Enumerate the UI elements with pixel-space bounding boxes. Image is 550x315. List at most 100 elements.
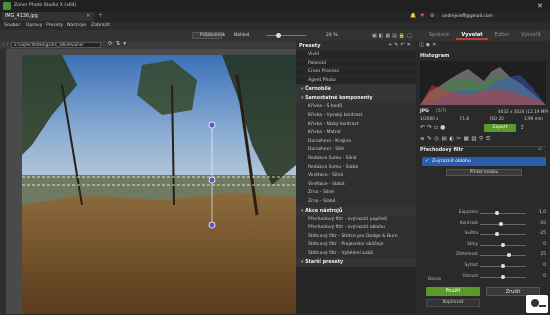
preset-item[interactable]: Cross Process <box>296 68 416 77</box>
copy-button[interactable]: Kopírovat <box>426 299 480 307</box>
slider-knob[interactable] <box>506 253 511 258</box>
preset-item[interactable]: Vivid <box>296 51 416 60</box>
tab-manager[interactable]: Správce <box>426 31 452 40</box>
menu-presets[interactable]: Presety <box>46 23 63 28</box>
view-icons[interactable]: ▣◧▦▤🔒▢ <box>372 33 414 39</box>
slider-value[interactable]: -1,0 <box>528 210 546 215</box>
zoom-level: 24 % <box>326 33 338 38</box>
tab-develop[interactable]: Vyvolat <box>456 31 488 40</box>
presets-tools-icons[interactable]: +✎↶✕ <box>388 42 413 48</box>
preset-section-header[interactable]: Černobílé <box>296 85 416 95</box>
menu-view[interactable]: Zobrazit <box>91 23 110 28</box>
preset-item[interactable]: Přechodový filtr - zvýraznit popředí <box>296 215 416 225</box>
apply-button[interactable]: Použít <box>426 287 480 296</box>
slider-value[interactable]: 0 <box>528 242 546 247</box>
gradient-handle-bottom <box>208 221 216 229</box>
tab-close-icon[interactable]: ✕ <box>86 13 90 19</box>
zoom-slider[interactable] <box>266 35 306 36</box>
slider-label: Zřetelnost <box>455 252 478 258</box>
menu-tools[interactable]: Nástroje <box>67 23 86 28</box>
filter-checkbox[interactable]: ✓ <box>425 158 429 164</box>
preset-item[interactable]: Štětcový filtr - Štětce pro Dodge & Burn <box>296 232 416 242</box>
export-button[interactable]: Export <box>484 124 516 132</box>
menu-file[interactable]: Soubor <box>4 23 20 28</box>
slider-row-2[interactable]: Světla -25 <box>420 230 546 238</box>
preset-item[interactable]: Křivka - Matné <box>296 129 416 138</box>
slider-track[interactable] <box>480 274 526 279</box>
filter-reset-icon[interactable]: ↶ <box>538 147 542 153</box>
preset-item[interactable]: Redukce šumu - Silná <box>296 154 416 164</box>
preset-section-header[interactable]: Starší presety <box>296 258 416 268</box>
menu-edit[interactable]: Úpravy <box>26 23 42 28</box>
preset-section-header[interactable]: Akce nástrojů <box>296 206 416 216</box>
right-panel-icons[interactable]: ◫◉✕ <box>419 42 438 48</box>
preset-item[interactable]: Vinětace - Slabá <box>296 180 416 190</box>
info-index: (5/7) <box>436 109 447 114</box>
window-title: Zoner Photo Studio X (x64) <box>14 3 77 8</box>
slider-row-6[interactable]: Ostrost 0 <box>420 273 546 281</box>
slider-track[interactable] <box>480 232 526 237</box>
tab-editor[interactable]: Editor <box>490 31 514 40</box>
preset-item[interactable]: Křivka - Nízký kontrast <box>296 120 416 130</box>
new-tab-icon[interactable]: + <box>98 12 103 19</box>
settings-icon[interactable]: ⚙ <box>430 13 434 19</box>
preset-section-header[interactable]: Samostatné komponenty <box>296 94 416 104</box>
slider-row-1[interactable]: Kontrast -10 <box>420 220 546 228</box>
document-tab[interactable]: IMG_4136.jpg ✕ <box>2 12 94 21</box>
add-mask-button[interactable]: Přidat masku <box>446 169 522 176</box>
path-bar: 🗀 Z:\vojtechfotka\g2\01_\0839\Zoner ⟳⇅▾ <box>0 41 296 49</box>
edit-action-icons[interactable]: ↶↷▫● <box>420 124 447 131</box>
slider-row-4[interactable]: Zřetelnost 25 <box>420 251 546 259</box>
preview-toggle[interactable]: Náhled <box>227 32 257 39</box>
preset-item[interactable]: Štětcový filtr - Vybělení zubů <box>296 249 416 259</box>
slider-label: Sytost <box>464 263 478 268</box>
share-icon[interactable]: ⇪ <box>520 124 525 131</box>
slider-knob[interactable] <box>498 221 503 226</box>
slider-knob[interactable] <box>501 264 505 268</box>
preset-item[interactable]: Zrno - Silné <box>296 189 416 198</box>
slider-knob[interactable] <box>495 232 500 237</box>
filter-preset-name: Zvýraznit oblohu <box>432 159 471 164</box>
slider-value[interactable]: 0 <box>528 274 546 279</box>
path-input[interactable]: Z:\vojtechfotka\g2\01_\0839\Zoner <box>11 42 101 48</box>
slider-knob[interactable] <box>501 242 505 247</box>
preset-item[interactable]: Vinětace - Silná <box>296 172 416 181</box>
slider-track[interactable] <box>480 264 526 268</box>
slider-track[interactable] <box>480 253 526 258</box>
heart-icon[interactable]: ♥ <box>420 13 424 19</box>
slider-value[interactable]: -25 <box>528 231 546 236</box>
slider-knob[interactable] <box>495 211 500 215</box>
preset-item[interactable]: Polaroid <box>296 60 416 69</box>
photo[interactable] <box>22 55 296 314</box>
preset-item[interactable]: Štětcový filtr - Projasnění obličeje <box>296 241 416 250</box>
slider-track[interactable] <box>480 211 526 215</box>
slider-row-0[interactable]: Expozice -1,0 <box>420 209 546 217</box>
zoom-slider-knob[interactable] <box>276 33 281 38</box>
slider-value[interactable]: -10 <box>528 221 546 226</box>
tool-icons-row[interactable]: ≡✎◎▤◐✂▦▥⚲☰ <box>420 136 546 145</box>
preset-item[interactable]: Redukce šumu - Slabá <box>296 163 416 173</box>
slider-knob[interactable] <box>501 274 505 279</box>
browse-icons[interactable]: ⟳⇅▾ <box>108 41 129 47</box>
preset-item[interactable]: Přechodový filtr - zvýraznit oblohu <box>296 224 416 233</box>
filter-preset-item[interactable]: ✓ Zvýraznit oblohu <box>422 157 546 166</box>
preset-item[interactable]: Dorozhení - Sítě <box>296 146 416 155</box>
preset-item[interactable]: Křivka - Vysoký kontrast <box>296 111 416 121</box>
slider-track[interactable] <box>480 221 526 226</box>
browser-dropdown[interactable]: Průzkumník <box>192 32 225 39</box>
preset-item[interactable]: Křivka - S bodů <box>296 103 416 112</box>
close-icon[interactable]: ✕ <box>530 0 550 12</box>
bell-icon[interactable]: 🔔 <box>410 13 416 19</box>
tab-create[interactable]: Vytvořit <box>516 31 546 40</box>
slider-track[interactable] <box>480 242 526 247</box>
account-email[interactable]: ondrejvieff@gmail.com <box>442 14 493 19</box>
preset-item[interactable]: Zrno - Slabé <box>296 197 416 207</box>
slider-row-3[interactable]: Stíny 0 <box>420 241 546 249</box>
left-toolstrip[interactable] <box>0 49 6 314</box>
slider-value[interactable]: 25 <box>528 252 546 257</box>
preset-item[interactable]: Agent Photo <box>296 77 416 86</box>
slider-value[interactable]: 0 <box>528 263 546 268</box>
photo-canvas[interactable] <box>0 49 296 314</box>
slider-row-5[interactable]: Sytost 0 <box>420 262 546 270</box>
preset-item[interactable]: Dorozhení - Krajina <box>296 137 416 147</box>
